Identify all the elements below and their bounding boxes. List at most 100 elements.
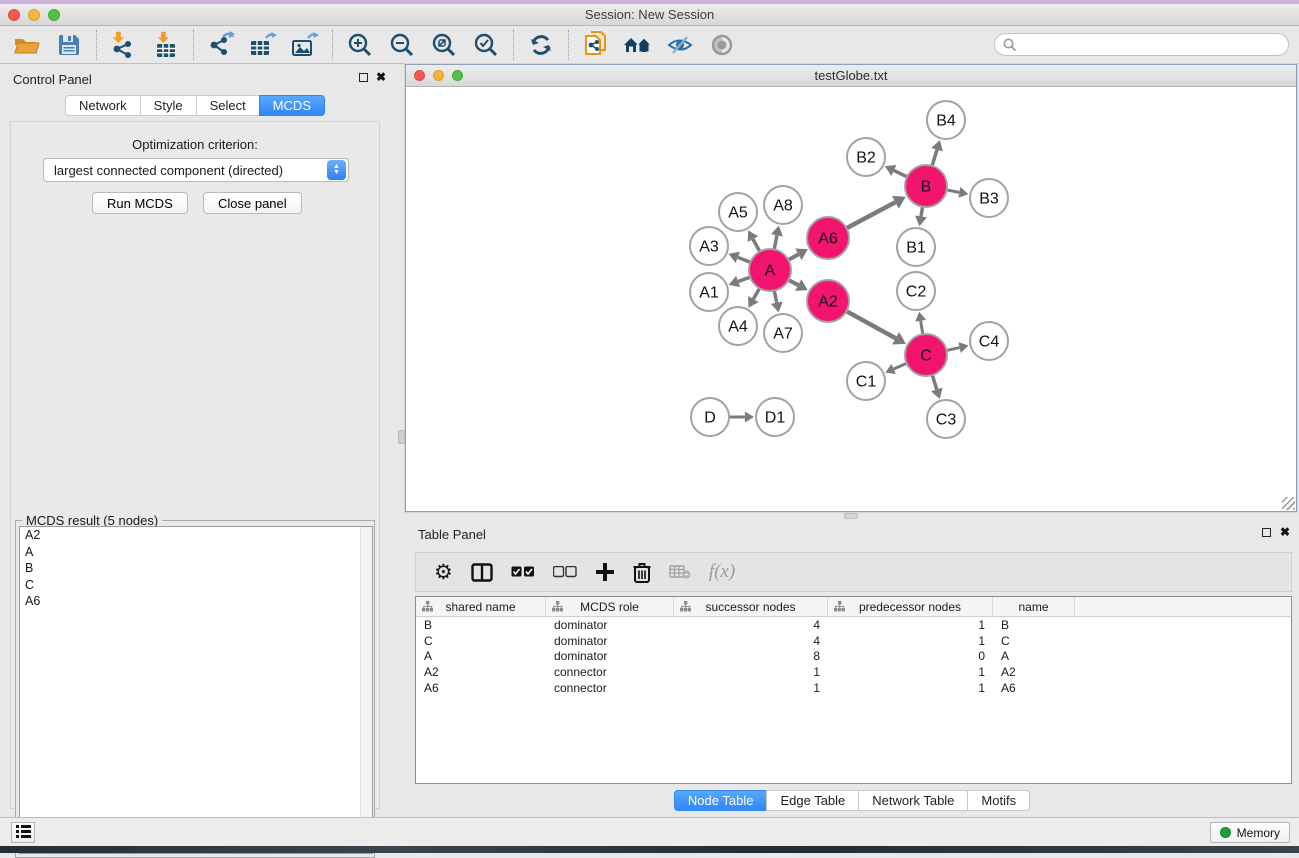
- graph-node-A2[interactable]: A2: [807, 280, 849, 322]
- export-image-button[interactable]: [288, 30, 322, 60]
- graph-node-A[interactable]: A: [749, 249, 791, 291]
- graph-node-C2[interactable]: C2: [897, 272, 935, 310]
- graph-node-C1[interactable]: C1: [847, 362, 885, 400]
- table-row[interactable]: Adominator80A: [416, 649, 1291, 665]
- add-column-icon[interactable]: [595, 562, 615, 582]
- graph-node-A3[interactable]: A3: [690, 227, 728, 265]
- graph-node-D[interactable]: D: [691, 398, 729, 436]
- open-folder-icon: [13, 34, 41, 56]
- show-graphics-details-button[interactable]: [705, 30, 739, 60]
- node-table[interactable]: shared nameMCDS rolesuccessor nodesprede…: [415, 596, 1292, 784]
- edge-A6-B[interactable]: [845, 202, 896, 229]
- frame-resize-grip[interactable]: [1282, 497, 1295, 510]
- tab-select[interactable]: Select: [196, 95, 259, 116]
- table-row[interactable]: A6connector11A6: [416, 680, 1291, 696]
- network-frame-titlebar[interactable]: testGlobe.txt: [406, 65, 1296, 87]
- tab-edge-table[interactable]: Edge Table: [766, 790, 858, 811]
- export-table-button[interactable]: [246, 30, 280, 60]
- network-canvas[interactable]: B4 B2 B B3 A5A8A6 A3 B1 A A1 C2 A2 A4A7 C4 C C1 C3 D D1: [406, 87, 1296, 511]
- graph-node-A1[interactable]: A1: [690, 273, 728, 311]
- run-mcds-button[interactable]: Run MCDS: [92, 192, 188, 214]
- tab-style[interactable]: Style: [140, 95, 196, 116]
- split-handle-vertical[interactable]: [398, 430, 405, 444]
- tab-motifs[interactable]: Motifs: [967, 790, 1030, 811]
- tab-node-table[interactable]: Node Table: [674, 790, 767, 811]
- mcds-result-item[interactable]: C: [20, 577, 372, 594]
- eye-icon: [708, 33, 736, 57]
- table-options-gear-icon[interactable]: ⚙: [434, 560, 453, 585]
- float-table-panel-icon[interactable]: [1262, 528, 1271, 537]
- graph-node-A5[interactable]: A5: [719, 193, 757, 231]
- close-window-button[interactable]: [8, 9, 20, 21]
- show-column-icon[interactable]: [471, 563, 493, 582]
- show-task-history-button[interactable]: [11, 822, 35, 843]
- graph-node-C3[interactable]: C3: [927, 400, 965, 438]
- search-input[interactable]: [994, 33, 1289, 56]
- mcds-result-list[interactable]: A2ABCA6: [19, 526, 373, 854]
- save-session-button[interactable]: [52, 30, 86, 60]
- frame-zoom-button[interactable]: [452, 70, 463, 81]
- graph-node-C[interactable]: C: [905, 334, 947, 376]
- unselect-all-columns-icon[interactable]: [553, 566, 577, 578]
- split-handle-horizontal[interactable]: [844, 513, 858, 519]
- zoom-in-icon: [347, 32, 373, 58]
- zoom-window-button[interactable]: [48, 9, 60, 21]
- memory-button[interactable]: Memory: [1210, 822, 1290, 843]
- select-all-columns-icon[interactable]: [511, 566, 535, 578]
- graph-node-D1[interactable]: D1: [756, 398, 794, 436]
- graph-node-B[interactable]: B: [905, 165, 947, 207]
- graph-node-A6[interactable]: A6: [807, 217, 849, 259]
- tab-network[interactable]: Network: [65, 95, 140, 116]
- home-button[interactable]: [621, 30, 655, 60]
- close-table-panel-icon[interactable]: ✖: [1280, 525, 1290, 539]
- edge-A2-C[interactable]: [845, 310, 896, 338]
- zoom-selected-button[interactable]: [469, 30, 503, 60]
- minimize-window-button[interactable]: [28, 9, 40, 21]
- graph-node-C4[interactable]: C4: [970, 322, 1008, 360]
- hide-graphics-details-button[interactable]: [663, 30, 697, 60]
- close-panel-button[interactable]: Close panel: [203, 192, 302, 214]
- graph-node-B2[interactable]: B2: [847, 138, 885, 176]
- table-panel-tabs: Node TableEdge TableNetwork TableMotifs: [405, 790, 1299, 811]
- table-row[interactable]: Cdominator41C: [416, 633, 1291, 649]
- mcds-result-item[interactable]: A6: [20, 593, 372, 610]
- graph-node-B4[interactable]: B4: [927, 101, 965, 139]
- svg-text:C2: C2: [906, 284, 927, 301]
- mcds-result-groupbox: MCDS result (5 nodes) A2ABCA6: [15, 520, 375, 858]
- export-network-button[interactable]: [204, 30, 238, 60]
- zoom-fit-button[interactable]: [427, 30, 461, 60]
- float-panel-icon[interactable]: [359, 73, 368, 82]
- delete-column-icon[interactable]: [633, 562, 651, 583]
- import-network-button[interactable]: [107, 30, 141, 60]
- import-table-button[interactable]: [149, 30, 183, 60]
- mcds-result-item[interactable]: A2: [20, 527, 372, 544]
- criterion-select[interactable]: largest connected component (directed) ▲…: [43, 158, 349, 182]
- graph-node-B3[interactable]: B3: [970, 179, 1008, 217]
- tab-mcds[interactable]: MCDS: [259, 95, 325, 116]
- tab-network-table[interactable]: Network Table: [858, 790, 967, 811]
- clone-network-button[interactable]: [579, 30, 613, 60]
- graph-node-A8[interactable]: A8: [764, 186, 802, 224]
- zoom-in-button[interactable]: [343, 30, 377, 60]
- frame-close-button[interactable]: [414, 70, 425, 81]
- mcds-result-item[interactable]: A: [20, 544, 372, 561]
- graph-node-A7[interactable]: A7: [764, 314, 802, 352]
- function-builder-icon[interactable]: f(x): [709, 561, 735, 583]
- column-header-successor-nodes[interactable]: successor nodes: [674, 597, 828, 616]
- column-header-predecessor-nodes[interactable]: predecessor nodes: [828, 597, 993, 616]
- frame-minimize-button[interactable]: [433, 70, 444, 81]
- zoom-out-button[interactable]: [385, 30, 419, 60]
- close-panel-icon[interactable]: ✖: [376, 70, 386, 84]
- mcds-result-item[interactable]: B: [20, 560, 372, 577]
- refresh-button[interactable]: [524, 30, 558, 60]
- graph-node-A4[interactable]: A4: [719, 307, 757, 345]
- column-header-MCDS-role[interactable]: MCDS role: [546, 597, 674, 616]
- open-file-button[interactable]: [10, 30, 44, 60]
- table-row[interactable]: A2connector11A2: [416, 664, 1291, 680]
- graph-node-B1[interactable]: B1: [897, 228, 935, 266]
- delete-table-icon[interactable]: [669, 565, 691, 579]
- column-header-name[interactable]: name: [993, 597, 1075, 616]
- result-list-scrollbar[interactable]: [360, 527, 372, 853]
- table-row[interactable]: Bdominator41B: [416, 617, 1291, 633]
- column-header-shared-name[interactable]: shared name: [416, 597, 546, 616]
